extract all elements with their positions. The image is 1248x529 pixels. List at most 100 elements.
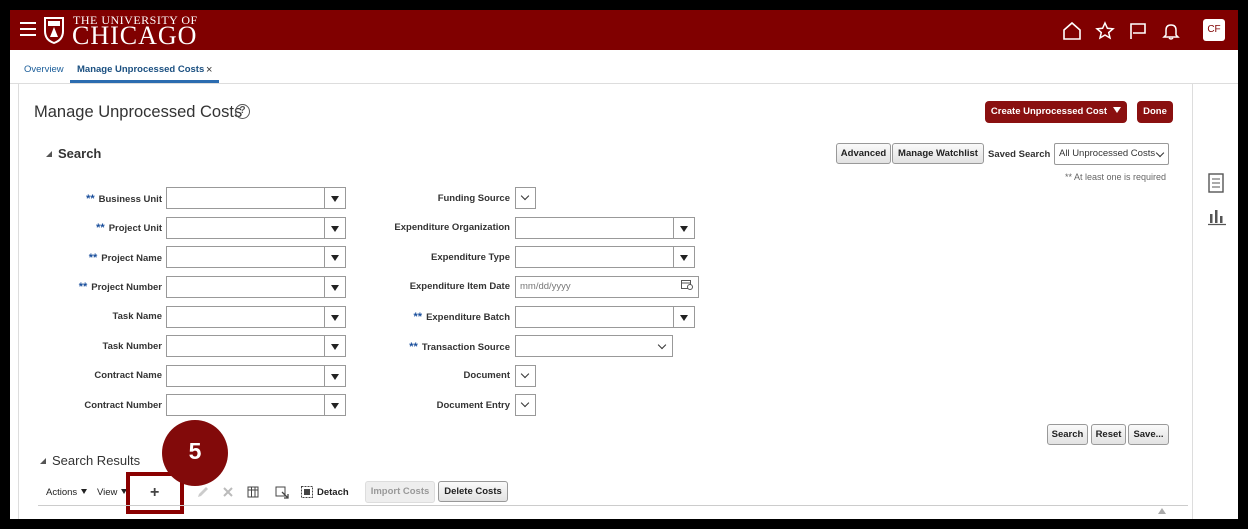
chevron-down-icon xyxy=(1155,148,1165,158)
active-tab-indicator xyxy=(70,80,219,83)
contract-name-label: Contract Name xyxy=(94,370,162,381)
reset-button[interactable]: Reset xyxy=(1091,424,1126,445)
dropdown-icon[interactable] xyxy=(673,217,695,239)
business-unit-input[interactable] xyxy=(166,187,346,209)
delete-icon[interactable] xyxy=(221,485,235,499)
dropdown-icon[interactable] xyxy=(324,365,346,387)
funding-source-label: Funding Source xyxy=(437,193,510,204)
dropdown-icon[interactable] xyxy=(673,246,695,268)
brand-line-2: CHICAGO xyxy=(72,21,198,50)
delete-costs-button[interactable]: Delete Costs xyxy=(438,481,508,502)
project-unit-label: ** Project Unit xyxy=(96,222,162,234)
chevron-down-icon xyxy=(81,489,88,494)
task-number-label: Task Number xyxy=(102,341,162,352)
search-section-title: Search xyxy=(58,146,102,161)
chevron-down-icon xyxy=(520,369,530,379)
search-results-title: Search Results xyxy=(52,453,141,468)
saved-search-label: Saved Search xyxy=(988,149,1051,160)
save-search-button[interactable]: Save... xyxy=(1128,424,1169,445)
chevron-down-icon xyxy=(520,398,530,408)
detach-button[interactable]: Detach xyxy=(317,487,349,498)
close-tab-icon[interactable]: × xyxy=(206,64,212,76)
done-button[interactable]: Done xyxy=(1137,101,1173,123)
contract-number-input[interactable] xyxy=(166,394,346,416)
export-icon[interactable] xyxy=(275,485,289,499)
create-unprocessed-cost-button[interactable]: Create Unprocessed Cost xyxy=(985,101,1127,123)
task-name-input[interactable] xyxy=(166,306,346,328)
document-entry-select[interactable] xyxy=(515,394,536,416)
home-icon[interactable] xyxy=(1062,21,1082,41)
dropdown-icon[interactable] xyxy=(324,187,346,209)
document-label: Document xyxy=(463,370,510,381)
tab-bar: Overview Manage Unprocessed Costs × xyxy=(10,50,1238,84)
manage-watchlist-button[interactable]: Manage Watchlist xyxy=(892,143,984,164)
document-panel-icon[interactable] xyxy=(1207,173,1225,193)
search-section-header[interactable]: Search xyxy=(46,146,101,161)
dropdown-icon[interactable] xyxy=(324,394,346,416)
calendar-icon[interactable] xyxy=(681,279,693,290)
app-window: THE UNIVERSITY OF CHICAGO CF Overview Ma… xyxy=(10,10,1238,519)
scroll-up-icon[interactable] xyxy=(1158,508,1166,514)
saved-search-select[interactable]: All Unprocessed Costs xyxy=(1054,143,1169,165)
advanced-button[interactable]: Advanced xyxy=(836,143,891,164)
view-menu[interactable]: View xyxy=(97,487,128,498)
expenditure-batch-input[interactable] xyxy=(515,306,695,328)
expenditure-item-date-input[interactable]: mm/dd/yyyy xyxy=(515,276,699,298)
required-note: ** At least one is required xyxy=(1065,172,1167,182)
expenditure-type-label: Expenditure Type xyxy=(430,252,510,263)
expenditure-type-input[interactable] xyxy=(515,246,695,268)
analytics-icon[interactable] xyxy=(1207,206,1227,226)
project-number-input[interactable] xyxy=(166,276,346,298)
collapse-icon xyxy=(40,458,46,464)
transaction-source-select[interactable] xyxy=(515,335,673,357)
expenditure-batch-label: ** Expenditure Batch xyxy=(413,311,511,323)
saved-search-value: All Unprocessed Costs xyxy=(1059,148,1156,159)
project-name-label: ** Project Name xyxy=(88,252,162,264)
edit-icon[interactable] xyxy=(196,485,210,499)
expenditure-organization-label: Expenditure Organization xyxy=(394,222,510,233)
date-placeholder: mm/dd/yyyy xyxy=(520,281,571,292)
dropdown-icon[interactable] xyxy=(324,306,346,328)
chevron-down-icon xyxy=(520,191,530,201)
create-button-label: Create Unprocessed Cost xyxy=(990,106,1108,117)
results-table xyxy=(38,505,1188,519)
contract-name-input[interactable] xyxy=(166,365,346,387)
columns-icon[interactable] xyxy=(246,485,260,499)
business-unit-label: ** Business Unit xyxy=(86,193,162,205)
transaction-source-label: ** Transaction Source xyxy=(409,341,510,353)
dropdown-icon[interactable] xyxy=(324,217,346,239)
chevron-down-icon xyxy=(657,340,667,350)
step-number-callout: 5 xyxy=(162,420,228,486)
dropdown-icon[interactable] xyxy=(324,246,346,268)
project-name-input[interactable] xyxy=(166,246,346,268)
task-name-label: Task Name xyxy=(112,311,162,322)
dropdown-icon[interactable] xyxy=(324,335,346,357)
project-unit-input[interactable] xyxy=(166,217,346,239)
star-icon[interactable] xyxy=(1095,21,1115,41)
add-icon[interactable]: + xyxy=(150,484,159,502)
search-button[interactable]: Search xyxy=(1047,424,1088,445)
menu-icon[interactable] xyxy=(20,22,36,36)
user-avatar[interactable]: CF xyxy=(1203,19,1225,41)
dropdown-icon[interactable] xyxy=(673,306,695,328)
document-select[interactable] xyxy=(515,365,536,387)
flag-icon[interactable] xyxy=(1128,21,1148,41)
bell-icon[interactable] xyxy=(1161,21,1181,41)
import-costs-button[interactable]: Import Costs xyxy=(365,481,435,503)
contract-number-label: Contract Number xyxy=(84,400,162,411)
search-results-header[interactable]: Search Results xyxy=(40,453,140,468)
page-title: Manage Unprocessed Costs xyxy=(34,103,243,121)
help-icon[interactable]: ? xyxy=(235,104,250,119)
task-number-input[interactable] xyxy=(166,335,346,357)
document-entry-label: Document Entry xyxy=(436,400,510,411)
expenditure-organization-input[interactable] xyxy=(515,217,695,239)
tab-manage-unprocessed-costs[interactable]: Manage Unprocessed Costs xyxy=(77,64,204,75)
collapse-icon xyxy=(46,151,52,157)
expenditure-item-date-label: Expenditure Item Date xyxy=(409,281,510,292)
dropdown-icon[interactable] xyxy=(324,276,346,298)
actions-menu[interactable]: Actions xyxy=(46,487,88,498)
detach-icon[interactable] xyxy=(300,485,314,499)
global-header: THE UNIVERSITY OF CHICAGO CF xyxy=(10,10,1238,50)
tab-overview[interactable]: Overview xyxy=(24,64,64,75)
funding-source-select[interactable] xyxy=(515,187,536,209)
